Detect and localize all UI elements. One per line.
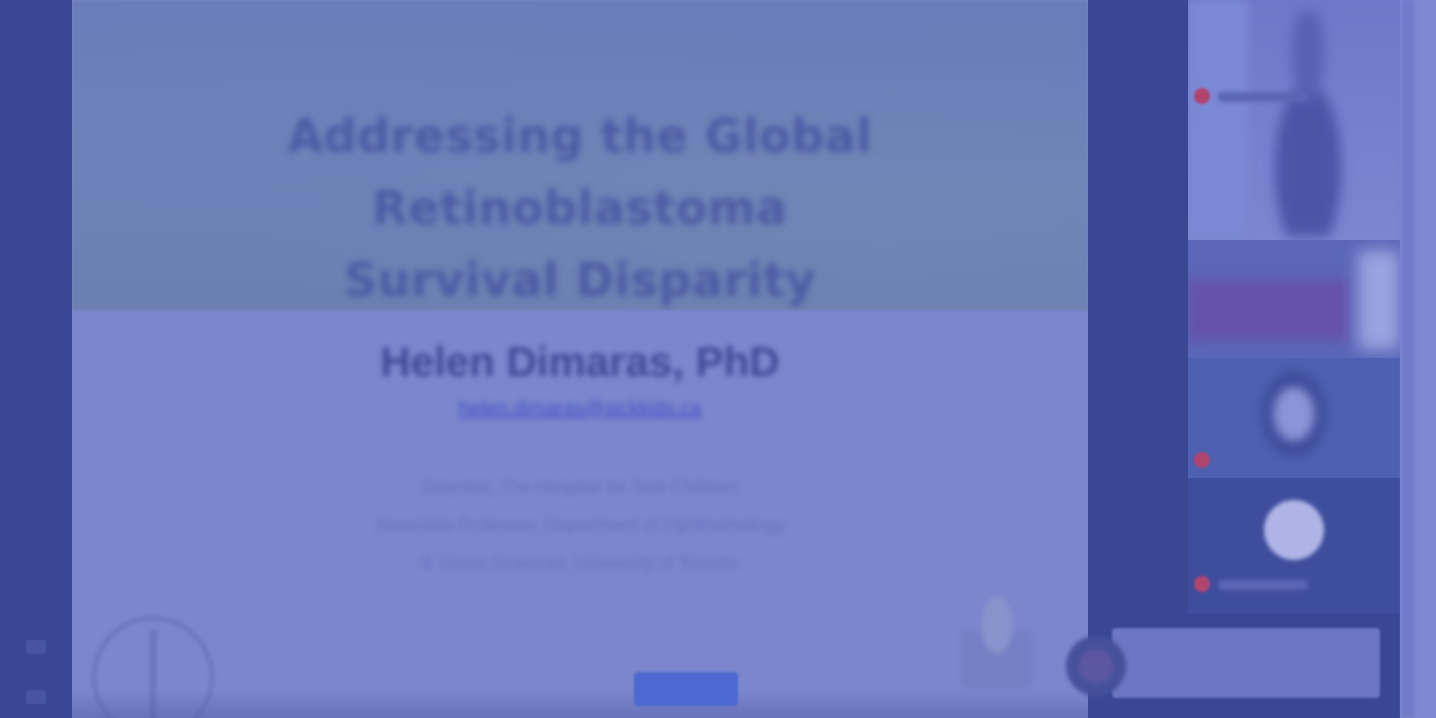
avatar bbox=[1264, 500, 1324, 560]
video-tile[interactable] bbox=[1188, 0, 1400, 240]
affiliation-line: Associate Professor, Department of Ophth… bbox=[375, 515, 785, 535]
tile-background bbox=[1188, 0, 1248, 240]
toolbar-icon[interactable] bbox=[26, 690, 46, 704]
presenter-affiliation: Scientist, The Hospital for Sick Childre… bbox=[72, 468, 1088, 582]
slide-shade bbox=[72, 690, 1088, 718]
self-avatar-icon[interactable] bbox=[1066, 636, 1126, 696]
self-view-bar[interactable] bbox=[1112, 628, 1380, 698]
participant-video bbox=[1358, 250, 1400, 350]
participant-video bbox=[1248, 12, 1368, 237]
slide-title: Addressing the Global Retinoblastoma Surv… bbox=[287, 109, 873, 307]
participant-video bbox=[1244, 370, 1344, 478]
hospital-logo bbox=[962, 590, 1032, 690]
mic-off-icon bbox=[1194, 576, 1210, 592]
view-options-button[interactable] bbox=[634, 672, 738, 706]
scrollbar[interactable] bbox=[1402, 0, 1414, 718]
toolbar-icon[interactable] bbox=[26, 640, 46, 654]
video-gallery bbox=[1188, 0, 1400, 614]
mic-off-icon bbox=[1194, 452, 1210, 468]
left-toolbar bbox=[0, 0, 72, 718]
mic-off-icon bbox=[1194, 88, 1210, 104]
presenter-email: helen.dimaras@sickkids.ca bbox=[458, 398, 702, 420]
participant-name bbox=[1218, 580, 1308, 590]
affiliation-line: & Vision Sciences, University of Toronto bbox=[421, 553, 739, 573]
video-tile[interactable] bbox=[1188, 358, 1400, 478]
shared-screen-slide: Addressing the Global Retinoblastoma Surv… bbox=[72, 0, 1088, 718]
meeting-window: Addressing the Global Retinoblastoma Surv… bbox=[0, 0, 1436, 718]
video-tile[interactable] bbox=[1188, 240, 1400, 358]
video-tile[interactable] bbox=[1188, 478, 1400, 614]
affiliation-line: Scientist, The Hospital for Sick Childre… bbox=[422, 477, 738, 497]
presenter-name: Helen Dimaras, PhD bbox=[380, 338, 780, 385]
participant-name bbox=[1218, 92, 1308, 102]
participant-video bbox=[1188, 280, 1348, 340]
